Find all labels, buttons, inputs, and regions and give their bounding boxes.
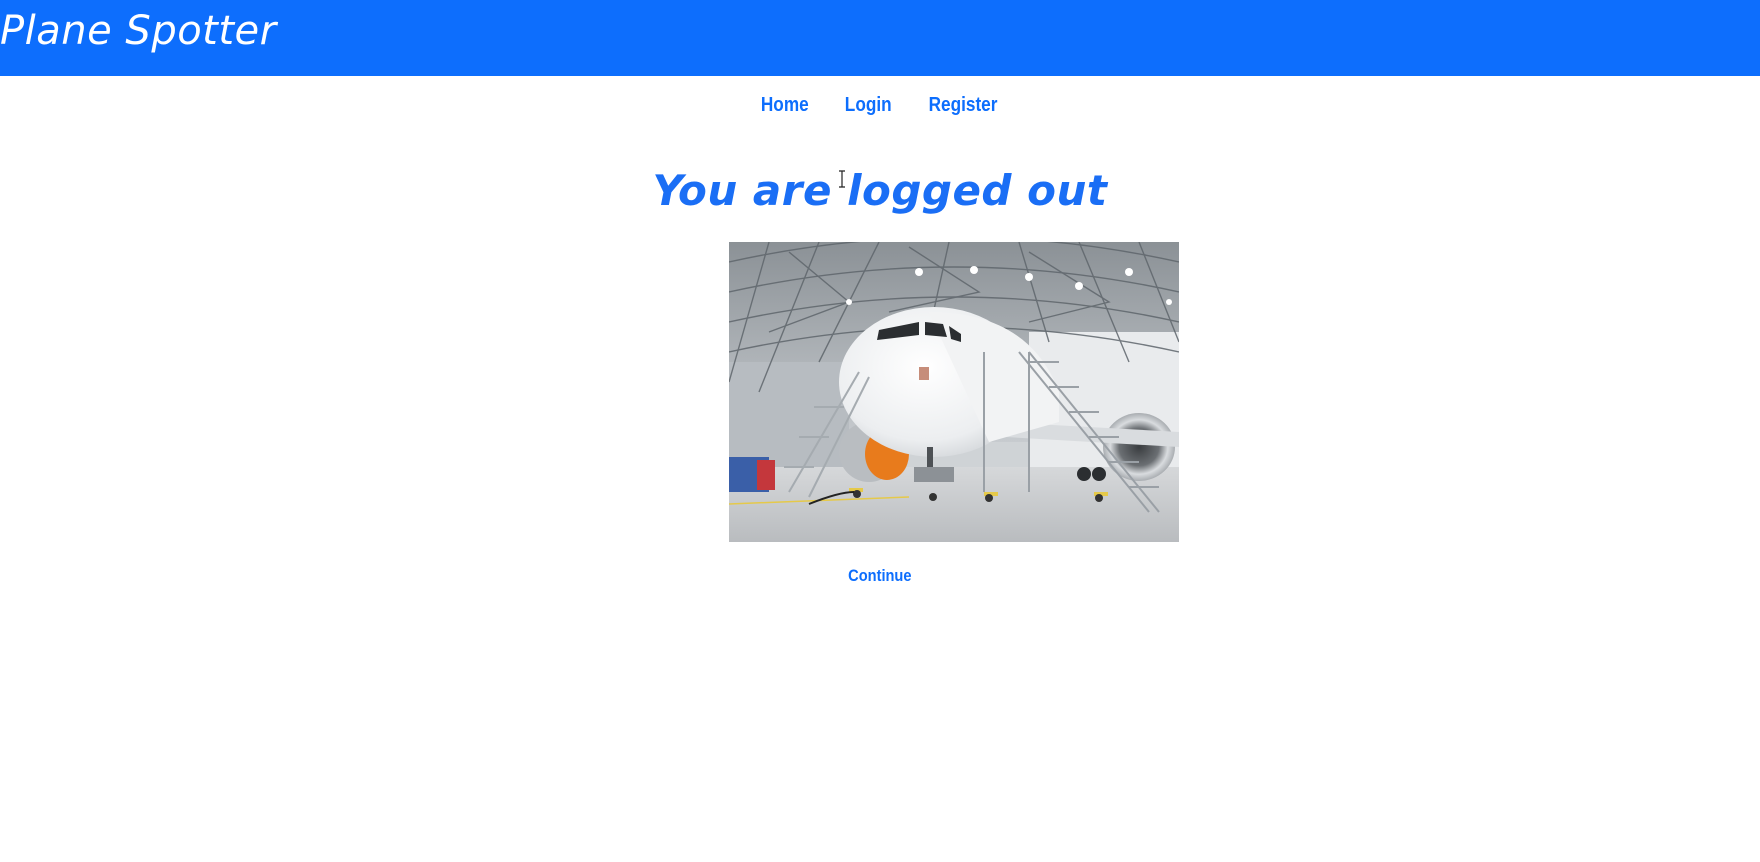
page-title: You are logged out: [652, 166, 1108, 215]
top-header-bar: Plane Spotter: [0, 0, 1760, 76]
site-brand[interactable]: Plane Spotter: [0, 8, 277, 54]
airplane-hangar-photo: [729, 242, 1179, 542]
nav-link-register[interactable]: Register: [929, 94, 998, 117]
text-cursor-icon: [839, 170, 845, 188]
nav-link-login[interactable]: Login: [844, 94, 891, 117]
continue-link[interactable]: Continue: [848, 566, 911, 586]
continue-link-wrapper: Continue: [0, 566, 1760, 586]
main-navigation: Home Login Register: [0, 94, 1760, 117]
nav-link-home[interactable]: Home: [761, 94, 809, 117]
